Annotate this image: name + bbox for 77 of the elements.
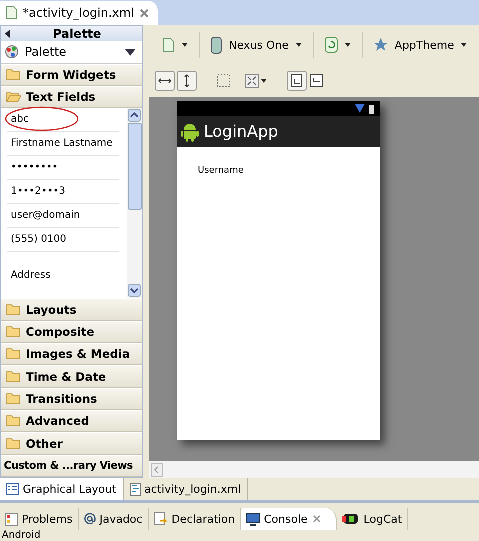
fill-width-icon[interactable] bbox=[155, 71, 175, 91]
widget-item[interactable]: (555) 0100 bbox=[7, 234, 67, 246]
folder-icon bbox=[6, 370, 21, 383]
widget-item[interactable]: user@domain bbox=[7, 210, 80, 222]
android-icon bbox=[181, 122, 199, 142]
view-tab[interactable]: Declaration bbox=[148, 508, 242, 530]
layout-icon[interactable] bbox=[287, 71, 307, 91]
caret-icon[interactable] bbox=[261, 79, 267, 83]
widget-item[interactable]: abc bbox=[7, 114, 29, 126]
star-icon bbox=[374, 38, 388, 52]
layout-icon[interactable] bbox=[309, 73, 325, 89]
view-tab[interactable]: Problems bbox=[0, 508, 79, 530]
editor-tab[interactable]: *activity_login.xml bbox=[0, 1, 158, 25]
layout-icon bbox=[6, 483, 19, 495]
folder-icon bbox=[6, 348, 21, 360]
layout-file-icon[interactable] bbox=[163, 38, 175, 52]
device-dropdown[interactable]: Nexus One bbox=[229, 38, 289, 52]
scroll-down-icon[interactable] bbox=[128, 284, 141, 298]
at-sign-icon bbox=[84, 513, 96, 525]
view-tab[interactable]: Console bbox=[241, 508, 337, 530]
palette-category[interactable]: Layouts bbox=[1, 298, 142, 321]
folder-icon bbox=[6, 392, 21, 405]
editor-mode-tab[interactable]: activity_login.xml bbox=[124, 478, 248, 500]
palette-category[interactable]: Text Fields bbox=[1, 86, 142, 108]
caret-icon[interactable] bbox=[461, 43, 468, 47]
palette-category[interactable]: Time & Date bbox=[1, 365, 142, 388]
username-label: Username bbox=[198, 166, 245, 176]
close-icon[interactable] bbox=[312, 514, 322, 524]
battery-icon bbox=[369, 104, 374, 114]
fill-height-icon[interactable] bbox=[177, 71, 197, 91]
folder-icon bbox=[6, 91, 21, 104]
view-tab[interactable]: LogCat bbox=[336, 508, 408, 530]
monitor-icon bbox=[246, 512, 260, 526]
zoom-fit-icon[interactable] bbox=[245, 74, 259, 88]
palette-title: Palette bbox=[53, 26, 102, 41]
palette-category[interactable]: Other bbox=[1, 432, 142, 455]
widget-item[interactable]: 1•••2•••3 bbox=[7, 186, 66, 198]
tab-title: *activity_login.xml bbox=[23, 6, 134, 20]
file-icon bbox=[6, 6, 18, 20]
caret-icon[interactable] bbox=[182, 43, 188, 47]
widget-item[interactable]: Address bbox=[7, 270, 51, 281]
palette-category[interactable]: Form Widgets bbox=[1, 64, 142, 86]
phone-icon bbox=[211, 36, 222, 54]
palette-category[interactable]: Advanced bbox=[1, 410, 142, 432]
palette-category[interactable]: Images & Media bbox=[1, 343, 142, 366]
caret-icon[interactable] bbox=[296, 43, 302, 47]
collapse-arrow-icon[interactable] bbox=[5, 30, 11, 38]
theme-dropdown[interactable]: AppTheme bbox=[394, 38, 454, 52]
palette-icon bbox=[5, 45, 19, 60]
palette-category[interactable]: Custom & ...rary Views bbox=[1, 454, 142, 477]
select-icon[interactable] bbox=[217, 74, 231, 88]
dropdown-arrow-icon bbox=[125, 48, 136, 56]
status-text: Android bbox=[1, 530, 42, 541]
folder-icon bbox=[6, 438, 21, 450]
widget-item[interactable]: Firstname Lastname bbox=[7, 138, 113, 150]
folder-icon bbox=[6, 326, 21, 338]
palette-category[interactable]: Composite bbox=[1, 320, 142, 344]
scroll-thumb[interactable] bbox=[128, 123, 142, 210]
signal-icon bbox=[355, 104, 365, 113]
rotate-icon[interactable] bbox=[324, 37, 338, 53]
widget-item[interactable]: •••••••• bbox=[7, 162, 58, 174]
editor-mode-tab[interactable]: Graphical Layout bbox=[0, 478, 124, 500]
problems-icon bbox=[5, 512, 18, 526]
view-tab[interactable]: Javadoc bbox=[78, 508, 149, 530]
text-file-icon bbox=[130, 482, 141, 496]
caret-icon[interactable] bbox=[344, 43, 351, 47]
folder-icon bbox=[6, 68, 21, 81]
declaration-icon bbox=[154, 512, 168, 526]
logcat-icon bbox=[342, 513, 360, 525]
vertical-scrollbar[interactable] bbox=[127, 108, 142, 298]
close-icon[interactable] bbox=[139, 8, 150, 18]
palette-category[interactable]: Transitions bbox=[1, 388, 142, 410]
app-title: LoginApp bbox=[204, 122, 278, 141]
horizontal-scrollbar[interactable] bbox=[149, 461, 479, 478]
scroll-up-icon[interactable] bbox=[128, 109, 141, 122]
folder-icon bbox=[6, 304, 21, 316]
folder-icon bbox=[6, 415, 21, 428]
